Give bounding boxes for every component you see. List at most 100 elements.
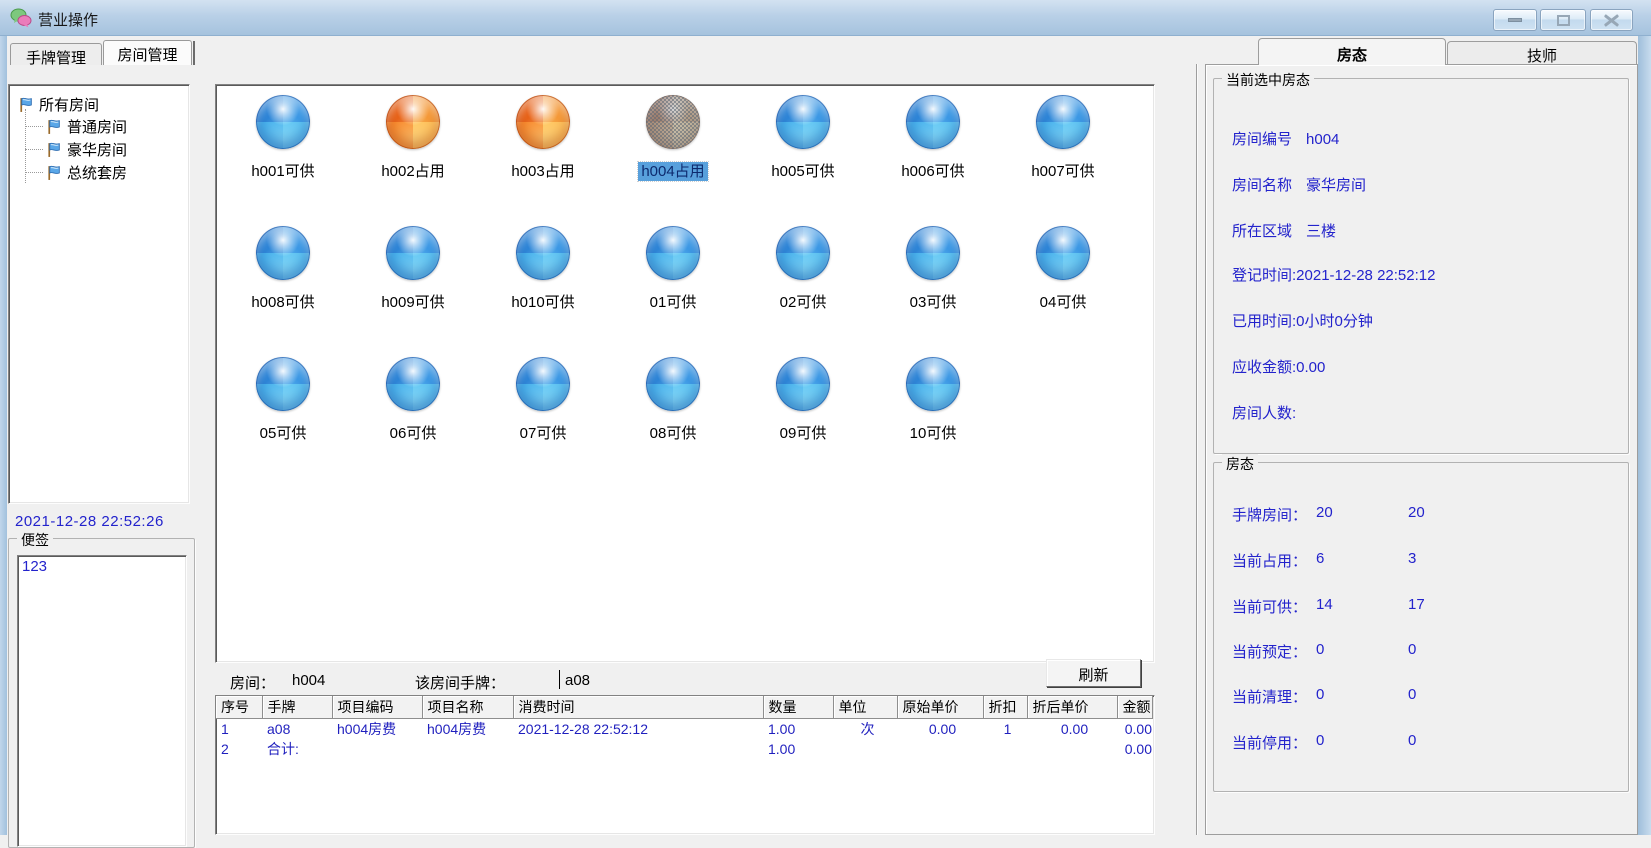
status-count-1: 14 — [1316, 596, 1333, 613]
room-item[interactable]: 09可供 — [738, 357, 868, 488]
tab-room-management[interactable]: 房间管理 — [103, 40, 192, 65]
status-count-1: 6 — [1316, 550, 1325, 567]
room-item[interactable]: 06可供 — [348, 357, 478, 488]
room-item[interactable]: h009可供 — [348, 226, 478, 357]
info-label: 所在区域 — [1232, 223, 1293, 240]
column-header[interactable]: 金额 — [1117, 696, 1153, 719]
room-item[interactable]: 03可供 — [868, 226, 998, 357]
room-item[interactable]: h005可供 — [738, 95, 868, 226]
room-item-label: 10可供 — [909, 425, 957, 442]
room-status-group-title: 房态 — [1222, 454, 1258, 474]
selected-room-info-row: 已用时间:0小时0分钟 — [1232, 310, 1373, 331]
room-item-label: h006可供 — [901, 163, 965, 180]
room-sphere-icon — [646, 226, 700, 280]
room-item[interactable]: h008可供 — [218, 226, 348, 357]
table-row[interactable]: 1 a08 h004房费 h004房费 2021-12-28 22:52:12 1.00 次… — [216, 718, 1152, 739]
tree-item-1[interactable]: 豪华房间 — [25, 138, 189, 161]
room-item[interactable]: 05可供 — [218, 357, 348, 488]
room-item[interactable]: h007可供 — [998, 95, 1128, 226]
status-count-2: 0 — [1408, 686, 1417, 703]
table-cell: h004房费 — [427, 720, 487, 737]
tab-technician[interactable]: 技师 — [1447, 41, 1637, 65]
info-value: 0.00 — [1296, 359, 1326, 376]
room-item[interactable]: h001可供 — [218, 95, 348, 226]
table-cell: 1.00 — [768, 740, 796, 757]
status-count-1: 0 — [1316, 686, 1325, 703]
tab-room-status[interactable]: 房态 — [1258, 38, 1446, 65]
room-sphere-icon — [256, 357, 310, 411]
column-header[interactable]: 折后单价 — [1027, 696, 1118, 719]
room-item[interactable]: 10可供 — [868, 357, 998, 488]
tree-item-0[interactable]: 普通房间 — [25, 115, 189, 138]
column-header[interactable]: 序号 — [216, 696, 263, 719]
room-item[interactable]: 08可供 — [608, 357, 738, 488]
table-cell — [897, 739, 983, 759]
note-input[interactable]: 123 — [17, 555, 187, 847]
flag-icon — [48, 119, 60, 134]
room-label: 房间： — [230, 675, 276, 692]
window-frame-right — [1638, 36, 1651, 835]
room-item[interactable]: 02可供 — [738, 226, 868, 357]
maximize-icon — [1556, 14, 1570, 26]
room-sphere-icon — [256, 226, 310, 280]
table-cell — [513, 739, 763, 759]
tree-root-all-rooms[interactable]: 所有房间 — [17, 93, 99, 115]
maximize-button[interactable] — [1540, 9, 1586, 31]
room-sphere-icon — [906, 95, 960, 149]
selected-room-info-row: 登记时间:2021-12-28 22:52:12 — [1232, 264, 1435, 285]
room-sphere-icon — [1036, 226, 1090, 280]
info-label: 房间名称 — [1232, 177, 1293, 194]
status-count-2: 3 — [1408, 550, 1417, 567]
tab-hand-tag-management[interactable]: 手牌管理 — [10, 43, 102, 67]
column-header[interactable]: 原始单价 — [897, 696, 984, 719]
minimize-icon — [1508, 18, 1522, 22]
room-item[interactable]: 01可供 — [608, 226, 738, 357]
room-sphere-icon — [776, 95, 830, 149]
room-status-row: 手牌房间： 20 20 — [1232, 504, 1620, 524]
close-button[interactable] — [1590, 9, 1633, 31]
info-value: 2021-12-28 22:52:12 — [1296, 267, 1436, 284]
room-sphere-icon — [1036, 95, 1090, 149]
column-header[interactable]: 折扣 — [983, 696, 1028, 719]
room-value: h004 — [292, 672, 326, 689]
table-cell: 0.00 — [928, 720, 957, 737]
room-item-label: 02可供 — [779, 294, 827, 311]
minimize-button[interactable] — [1493, 9, 1537, 31]
room-item[interactable]: h010可供 — [478, 226, 608, 357]
column-header[interactable]: 项目编码 — [332, 696, 423, 719]
room-status-row: 当前清理： 0 0 — [1232, 686, 1620, 706]
status-label: 当前停用： — [1232, 735, 1308, 752]
tree-item-label: 豪华房间 — [67, 142, 128, 159]
flag-icon — [48, 142, 60, 157]
table-cell: 2 — [221, 740, 229, 757]
status-count-2: 0 — [1408, 732, 1417, 749]
refresh-button[interactable]: 刷新 — [1046, 659, 1141, 687]
tree-item-2[interactable]: 总统套房 — [25, 161, 189, 184]
room-item[interactable]: h002占用 — [348, 95, 478, 226]
column-header[interactable]: 数量 — [763, 696, 834, 719]
room-item[interactable]: h004占用 — [608, 95, 738, 226]
room-item[interactable]: h006可供 — [868, 95, 998, 226]
app-window: 营业操作 手牌管理 房间管理 所有房间 普通房间豪华房间总统套房 2021-12… — [0, 0, 1651, 848]
column-header[interactable]: 手牌 — [262, 696, 333, 719]
selected-room-info-row: 应收金额:0.00 — [1232, 356, 1325, 377]
table-cell: 1 — [1003, 720, 1012, 737]
status-count-1: 0 — [1316, 732, 1325, 749]
status-count-1: 20 — [1316, 504, 1333, 521]
column-header[interactable]: 项目名称 — [422, 696, 514, 719]
table-row[interactable]: 2 合计: 1.00 0.00 — [216, 739, 1152, 759]
info-label: 已用时间: — [1232, 313, 1297, 330]
column-header[interactable]: 消费时间 — [513, 696, 764, 719]
room-item-label: 07可供 — [519, 425, 567, 442]
window-title: 营业操作 — [38, 12, 99, 29]
info-label: 应收金额: — [1232, 359, 1297, 376]
window-frame-left — [0, 36, 7, 835]
room-item[interactable]: 07可供 — [478, 357, 608, 488]
table-cell: h004房费 — [337, 720, 397, 737]
room-item-label: h008可供 — [251, 294, 315, 311]
rooms-grid: h001可供 h002占用 h003占用 h004占用 h005可供 h006可供 h007… — [218, 95, 1130, 488]
room-status-group: 房态 手牌房间： 20 20 当前占用： 6 3 当前可供： 14 17 当前预定： 0 0 当前清理：… — [1213, 454, 1629, 792]
column-header[interactable]: 单位 — [833, 696, 898, 719]
room-item[interactable]: 04可供 — [998, 226, 1128, 357]
room-item[interactable]: h003占用 — [478, 95, 608, 226]
